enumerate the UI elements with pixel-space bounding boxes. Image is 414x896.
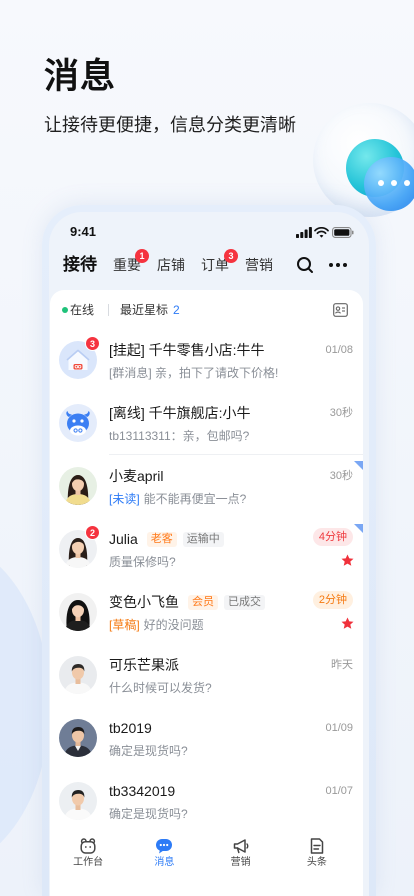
nav-workbench[interactable]: 工作台 — [50, 835, 126, 885]
avatar — [59, 782, 97, 820]
conversation-preview: 什么时候可以发货? — [109, 681, 212, 695]
battery-icon — [332, 227, 354, 238]
signal-icon — [296, 227, 312, 238]
conversation-title: tb2019 — [109, 720, 152, 736]
conversation-item[interactable]: 小麦april 30秒 [未读] 能不能再便宜一点? — [50, 455, 363, 518]
avatar — [59, 467, 97, 505]
draft-tag: [草稿] — [109, 618, 140, 632]
status-time: 9:41 — [70, 224, 97, 239]
nav-label: 营销 — [230, 857, 251, 868]
tab-store[interactable]: 店铺 — [157, 253, 185, 277]
category-tabs: 接待 重要 1 店铺 订单 3 营销 — [49, 249, 369, 277]
conversation-preview: 能不能再便宜一点? — [143, 492, 247, 506]
star-icon[interactable] — [341, 554, 354, 567]
conversation-preview: tb13113311：亲，包邮吗? — [109, 429, 250, 443]
recent-starred-label: 最近星标 — [120, 303, 169, 317]
unread-badge: 3 — [85, 336, 100, 351]
nav-messages[interactable]: 消息 — [126, 835, 202, 885]
conversation-item[interactable]: 变色小飞鱼 会员 已成交 2分钟 [草稿] 好的没问题 — [50, 581, 363, 644]
chat-bubble-dots-icon — [364, 157, 414, 211]
conversation-time: 2分钟 — [312, 591, 353, 609]
conversation-list: 在线 最近星标 2 3 [挂起] 千牛零售小店:牛牛 01/08 [群消息] 亲… — [50, 290, 363, 896]
conversation-time: 30秒 — [329, 407, 353, 419]
conversation-time: 01/08 — [325, 344, 353, 356]
customer-tag: 老客 — [146, 532, 177, 547]
promo-subtitle: 让接待更便捷，信息分类更清晰 — [44, 115, 296, 135]
unread-tag: [未读] — [109, 492, 140, 506]
search-icon[interactable] — [296, 256, 314, 274]
conversation-item[interactable]: 可乐芒果派 昨天 什么时候可以发货? — [50, 644, 363, 707]
nav-headlines[interactable]: 头条 — [279, 835, 355, 885]
bubble-dot — [404, 180, 410, 186]
tab-badge: 1 — [135, 249, 149, 263]
nav-marketing[interactable]: 营销 — [203, 835, 279, 885]
online-status-label[interactable]: 在线 — [70, 302, 94, 318]
bear-icon — [80, 838, 96, 854]
conversation-item[interactable]: 2 Julia 老客 运输中 4分钟 质量保修吗? — [50, 518, 363, 581]
avatar — [59, 656, 97, 694]
bottom-nav: 工作台 消息 营销 头条 — [50, 835, 355, 885]
conversation-title: 可乐芒果派 — [109, 657, 179, 673]
shop-avatar — [59, 404, 97, 442]
conversation-title: 小麦april — [109, 468, 164, 484]
cow-mascot-icon — [59, 404, 97, 442]
conversation-preview: [群消息] 亲，拍下了请改下价格! — [109, 366, 279, 380]
conversation-time: 30秒 — [329, 470, 353, 482]
nav-label: 工作台 — [73, 857, 104, 868]
tab-marketing[interactable]: 营销 — [245, 253, 273, 277]
conversation-preview: 确定是现货吗? — [109, 807, 188, 821]
tab-reception[interactable]: 接待 — [63, 253, 97, 277]
conversation-preview: 确定是现货吗? — [109, 744, 188, 758]
recent-starred-filter[interactable]: 最近星标 2 — [120, 302, 180, 318]
starred-count: 2 — [173, 303, 180, 317]
conversation-title: [挂起] 千牛零售小店:牛牛 — [109, 342, 265, 358]
divider — [108, 304, 109, 316]
conversation-title: 变色小飞鱼 — [109, 594, 179, 610]
conversation-item[interactable]: [离线] 千牛旗舰店:小牛 30秒 tb13113311：亲，包邮吗? — [50, 392, 363, 455]
avatar — [59, 719, 97, 757]
conversation-time: 昨天 — [331, 659, 353, 671]
bubble-dot — [378, 180, 384, 186]
chat-icon — [156, 839, 173, 854]
wifi-icon — [314, 227, 329, 238]
conversation-title: Julia — [109, 531, 138, 547]
conversation-time: 01/09 — [325, 722, 353, 734]
pinned-corner-mark — [354, 524, 363, 533]
conversation-item[interactable]: tb3342019 01/07 确定是现货吗? — [50, 770, 363, 833]
pinned-corner-mark — [354, 461, 363, 470]
unread-badge: 2 — [85, 525, 100, 540]
avatar — [59, 593, 97, 631]
order-status-tag: 运输中 — [182, 532, 224, 547]
nav-label: 消息 — [154, 857, 175, 868]
order-status-tag: 已成交 — [224, 595, 265, 610]
star-icon[interactable] — [341, 617, 354, 630]
conversation-item[interactable]: 3 [挂起] 千牛零售小店:牛牛 01/08 [群消息] 亲，拍下了请改下价格! — [50, 329, 363, 392]
conversation-time: 4分钟 — [312, 528, 353, 546]
more-icon[interactable] — [328, 256, 348, 274]
conversation-preview: 质量保修吗? — [109, 555, 176, 569]
conversation-time: 01/07 — [325, 785, 353, 797]
nav-label: 头条 — [306, 857, 327, 868]
conversation-preview: 好的没问题 — [143, 618, 204, 632]
conversation-title: tb3342019 — [109, 783, 176, 799]
promo-title: 消息 — [44, 57, 117, 96]
tab-badge: 3 — [224, 249, 238, 263]
member-tag: 会员 — [188, 595, 218, 610]
conversation-title: [离线] 千牛旗舰店:小牛 — [109, 405, 251, 421]
online-status-dot — [62, 307, 68, 313]
background-blob — [0, 540, 44, 880]
bubble-dot — [391, 180, 397, 186]
phone-screen: 9:41 接待 重要 1 店铺 订单 3 营销 在线 最近星标 2 3 [挂起]… — [49, 212, 369, 896]
document-icon — [310, 838, 324, 854]
megaphone-icon — [233, 839, 249, 854]
conversation-item[interactable]: tb2019 01/09 确定是现货吗? — [50, 707, 363, 770]
contact-card-icon[interactable] — [333, 303, 348, 317]
